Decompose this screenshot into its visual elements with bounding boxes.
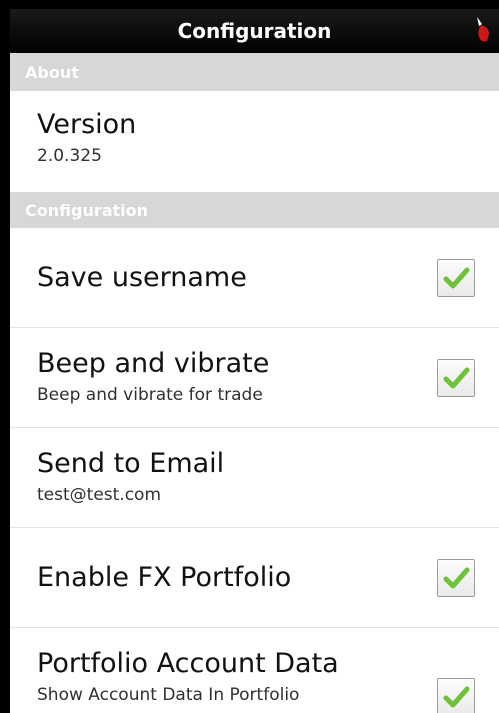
checkmark-icon — [443, 267, 470, 288]
section-header-about: About — [10, 53, 499, 91]
send-email-value: test@test.com — [37, 485, 162, 505]
version-row: Version 2.0.325 — [10, 91, 499, 192]
version-value: 2.0.325 — [37, 146, 102, 166]
save-username-title: Save username — [37, 262, 247, 293]
checkmark-icon — [443, 686, 470, 708]
send-email-title: Send to Email — [37, 448, 225, 479]
version-title: Version — [37, 109, 137, 140]
settings-screen: Configuration About Version 2.0.325 Conf… — [10, 9, 499, 713]
enable-fx-title: Enable FX Portfolio — [37, 562, 292, 593]
menu-icon[interactable] — [473, 15, 493, 45]
portfolio-account-subtitle: Show Account Data In Portfolio — [37, 685, 300, 705]
beep-vibrate-checkbox[interactable] — [437, 358, 475, 397]
save-username-checkbox[interactable] — [437, 258, 475, 297]
enable-fx-checkbox[interactable] — [437, 558, 475, 597]
title-bar: Configuration — [10, 9, 499, 53]
beep-vibrate-row[interactable]: Beep and vibrate Beep and vibrate for tr… — [10, 328, 499, 428]
save-username-row[interactable]: Save username — [10, 228, 499, 328]
checkmark-icon — [443, 567, 470, 588]
beep-vibrate-title: Beep and vibrate — [37, 348, 270, 379]
enable-fx-row[interactable]: Enable FX Portfolio — [10, 528, 499, 628]
section-header-configuration: Configuration — [10, 192, 499, 228]
portfolio-account-checkbox[interactable] — [437, 678, 475, 713]
checkmark-icon — [443, 367, 470, 388]
portfolio-account-row[interactable]: Portfolio Account Data Show Account Data… — [10, 628, 499, 713]
beep-vibrate-subtitle: Beep and vibrate for trade — [37, 385, 263, 405]
portfolio-account-title: Portfolio Account Data — [37, 648, 339, 679]
page-title: Configuration — [177, 19, 332, 43]
send-email-row[interactable]: Send to Email test@test.com — [10, 428, 499, 528]
